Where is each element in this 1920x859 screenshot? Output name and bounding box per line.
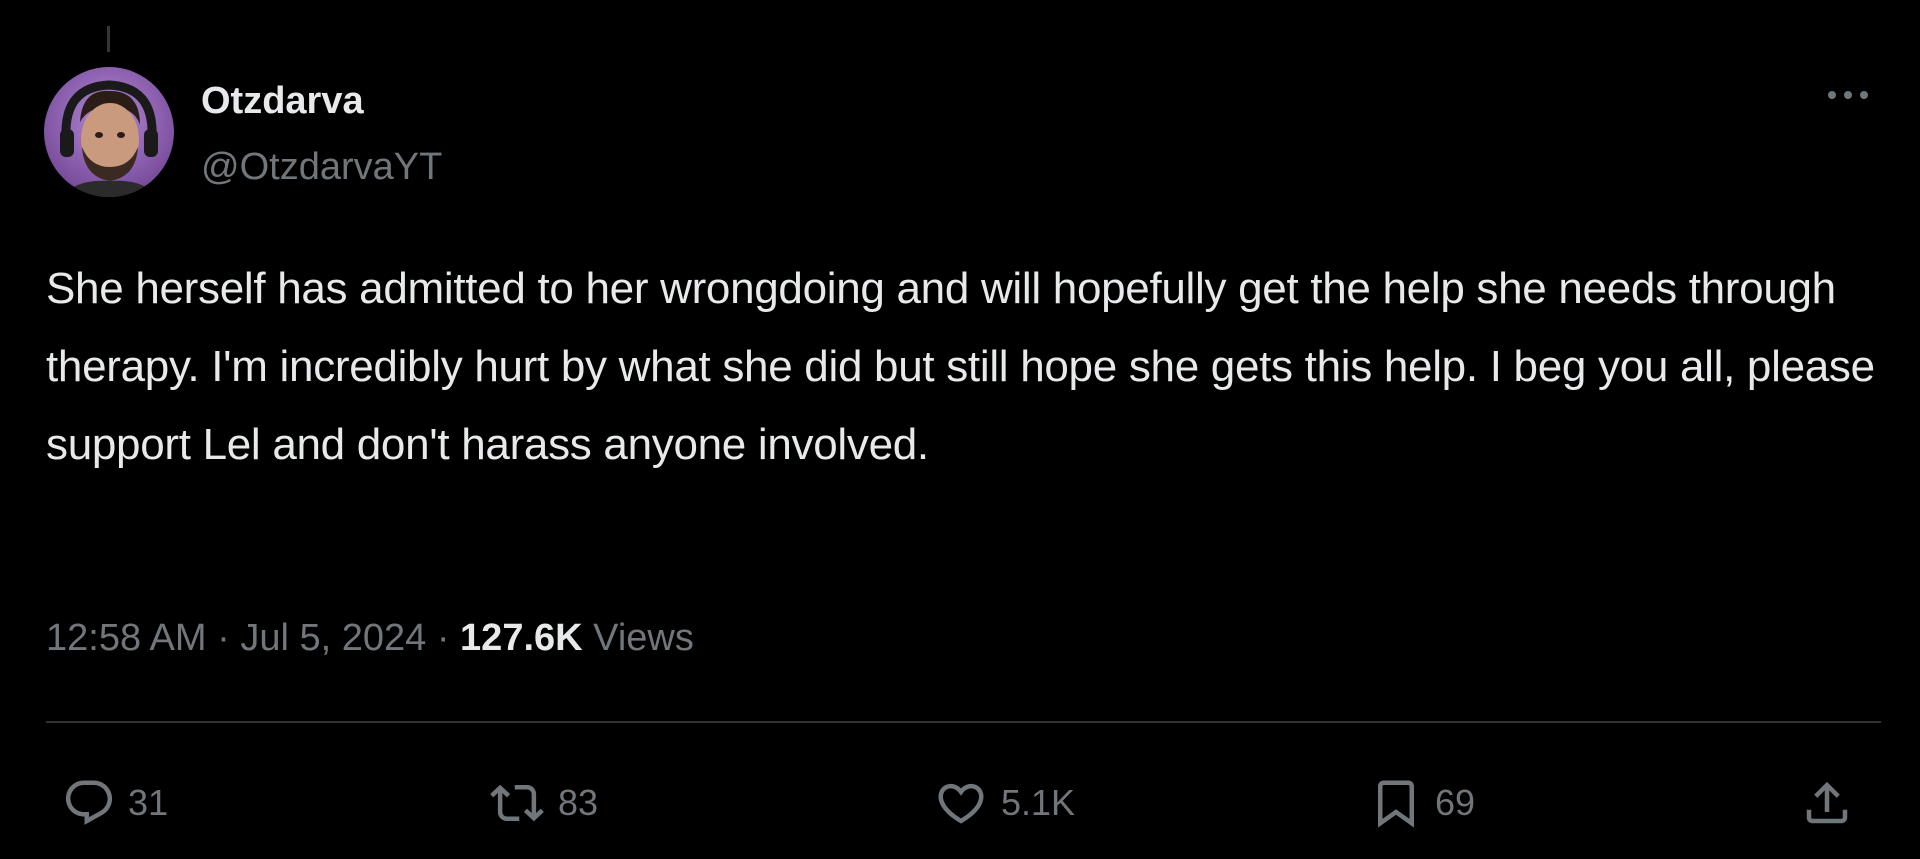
more-options-button[interactable] [1820, 80, 1876, 110]
share-button[interactable] [1800, 775, 1854, 831]
like-count: 5.1K [1001, 782, 1076, 823]
retweet-button[interactable]: 83 [488, 775, 598, 831]
heart-icon [933, 776, 989, 830]
share-icon [1800, 776, 1854, 830]
reply-icon [62, 776, 116, 830]
tweet-date[interactable]: Jul 5, 2024 [240, 617, 426, 659]
meta-separator: · [217, 617, 230, 659]
divider [46, 721, 1881, 723]
reply-count: 31 [128, 782, 169, 823]
like-button[interactable]: 5.1K [933, 775, 1075, 831]
bookmark-count: 69 [1435, 782, 1476, 823]
bookmark-icon [1369, 774, 1423, 832]
author-handle[interactable]: @OtzdarvaYT [201, 144, 442, 190]
bookmark-button[interactable]: 69 [1369, 775, 1475, 831]
retweet-icon [488, 776, 546, 830]
author-display-name[interactable]: Otzdarva [201, 78, 364, 124]
reply-button[interactable]: 31 [62, 775, 168, 831]
views-count: 127.6K [460, 617, 583, 659]
views-label: Views [593, 617, 694, 659]
tweet-meta: 12:58 AM · Jul 5, 2024 · 127.6K Views [46, 613, 694, 663]
tweet-time[interactable]: 12:58 AM [46, 617, 207, 659]
meta-separator: · [436, 617, 450, 659]
thread-connector-line [107, 26, 110, 52]
more-dots-icon [1828, 91, 1868, 99]
retweet-count: 83 [558, 782, 599, 823]
avatar[interactable] [44, 67, 174, 197]
tweet-text: She herself has admitted to her wrongdoi… [46, 264, 1875, 469]
avatar-photo-icon [44, 67, 174, 197]
